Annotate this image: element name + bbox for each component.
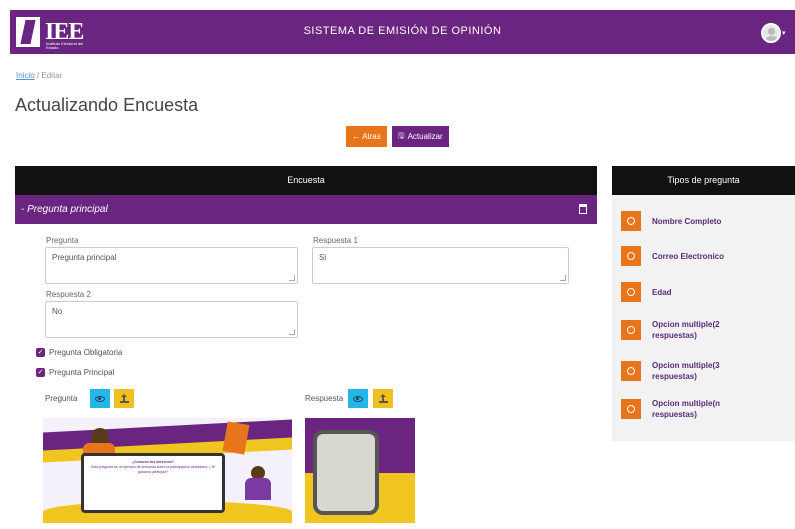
respuesta-image-label: Respuesta [305, 394, 344, 403]
update-button-label: Actualizar [407, 132, 443, 141]
back-button-label: ← Atras [352, 132, 381, 141]
plus-circle-icon[interactable] [621, 211, 641, 231]
eye-icon [95, 395, 105, 402]
obligatoria-checkbox[interactable]: ✓ [36, 348, 45, 357]
type-item-edad[interactable]: Edad [621, 282, 744, 302]
pregunta-image-label: Pregunta [45, 394, 78, 403]
view-respuesta-image-button[interactable] [348, 389, 368, 408]
type-label: Edad [652, 287, 672, 297]
type-item-nombre-completo[interactable]: Nombre Completo [621, 211, 744, 231]
upload-pregunta-image-button[interactable] [114, 389, 134, 408]
question-types-card: Tipos de pregunta Nombre Completo Correo… [612, 166, 795, 441]
page-title: Actualizando Encuesta [15, 95, 199, 115]
action-toolbar: ← Atras 🖫 Actualizar [0, 126, 795, 147]
back-button[interactable]: ← Atras [346, 126, 387, 147]
survey-card: Encuesta - Pregunta principal Pregunta P… [15, 166, 597, 529]
type-label: Opcion multiple(3 respuestas) [652, 361, 720, 381]
user-avatar-icon[interactable] [761, 23, 781, 43]
principal-label: Pregunta Principal [49, 368, 115, 377]
respuesta1-label: Respuesta 1 [313, 236, 358, 245]
question-types-header: Tipos de pregunta [612, 166, 795, 195]
chevron-down-icon[interactable]: ▾ [782, 29, 786, 37]
type-label: Opcion multiple(n respuestas) [652, 399, 720, 419]
breadcrumb: Inicio / Editar [16, 71, 62, 80]
image-body-text: Esta pregunta es un ejemplo de encuesta … [91, 465, 215, 474]
app-title: SISTEMA DE EMISIÓN DE OPINIÓN [303, 25, 502, 37]
plus-circle-icon[interactable] [621, 399, 641, 419]
illustration-person2-body [245, 478, 271, 500]
pregunta-value: Pregunta principal [52, 253, 117, 262]
logo-subtext: Instituto Electoral del Estado [46, 41, 84, 50]
breadcrumb-current: Editar [41, 71, 63, 80]
respuesta-image-preview [305, 418, 415, 523]
respuesta1-field[interactable]: Si [312, 247, 569, 284]
type-item-opcion-multiple-n[interactable]: Opcion multiple(n respuestas) [621, 398, 744, 420]
pregunta-field[interactable]: Pregunta principal [45, 247, 298, 284]
user-menu[interactable]: ▾ [761, 20, 787, 46]
obligatoria-checkbox-row[interactable]: ✓ Pregunta Obligatoria [36, 348, 122, 357]
question-title: - Pregunta principal [21, 204, 108, 215]
breadcrumb-home-link[interactable]: Inicio [16, 71, 35, 80]
plus-circle-icon[interactable] [621, 246, 641, 266]
breadcrumb-separator: / [36, 71, 40, 80]
illustration-frame [313, 430, 379, 515]
type-item-opcion-multiple-2[interactable]: Opcion multiple(2 respuestas) [621, 319, 744, 341]
principal-checkbox[interactable]: ✓ [36, 368, 45, 377]
plus-circle-icon[interactable] [621, 282, 641, 302]
top-navbar: IEE Instituto Electoral del Estado SISTE… [10, 10, 795, 54]
plus-circle-icon[interactable] [621, 320, 641, 340]
view-pregunta-image-button[interactable] [90, 389, 110, 408]
upload-icon [119, 394, 129, 403]
respuesta2-label: Respuesta 2 [46, 290, 91, 299]
upload-respuesta-image-button[interactable] [373, 389, 393, 408]
illustration-tablet: ¿Conoces tus derechos? Esta pregunta es … [81, 453, 225, 513]
pregunta-label: Pregunta [46, 236, 79, 245]
principal-checkbox-row[interactable]: ✓ Pregunta Principal [36, 368, 114, 377]
trash-icon[interactable] [579, 204, 587, 214]
type-item-opcion-multiple-3[interactable]: Opcion multiple(3 respuestas) [621, 360, 744, 382]
eye-icon [353, 395, 363, 402]
save-icon: 🖫 [397, 130, 405, 140]
question-accordion-header[interactable]: - Pregunta principal [15, 195, 597, 224]
type-label: Correo Electronico [652, 251, 725, 261]
type-label: Opcion multiple(2 respuestas) [652, 320, 720, 340]
respuesta1-value: Si [319, 253, 327, 262]
respuesta2-field[interactable]: No [45, 301, 298, 338]
type-label: Nombre Completo [652, 216, 722, 226]
plus-circle-icon[interactable] [621, 361, 641, 381]
survey-card-header: Encuesta [15, 166, 597, 195]
question-body: Pregunta Pregunta principal Respuesta 1 … [15, 224, 597, 529]
pregunta-image-preview: ¿Conoces tus derechos? Esta pregunta es … [43, 418, 292, 523]
upload-icon [378, 394, 388, 403]
type-item-correo-electronico[interactable]: Correo Electronico [621, 246, 744, 266]
obligatoria-label: Pregunta Obligatoria [49, 348, 123, 357]
respuesta2-value: No [52, 307, 63, 316]
update-button[interactable]: 🖫 Actualizar [391, 126, 449, 147]
